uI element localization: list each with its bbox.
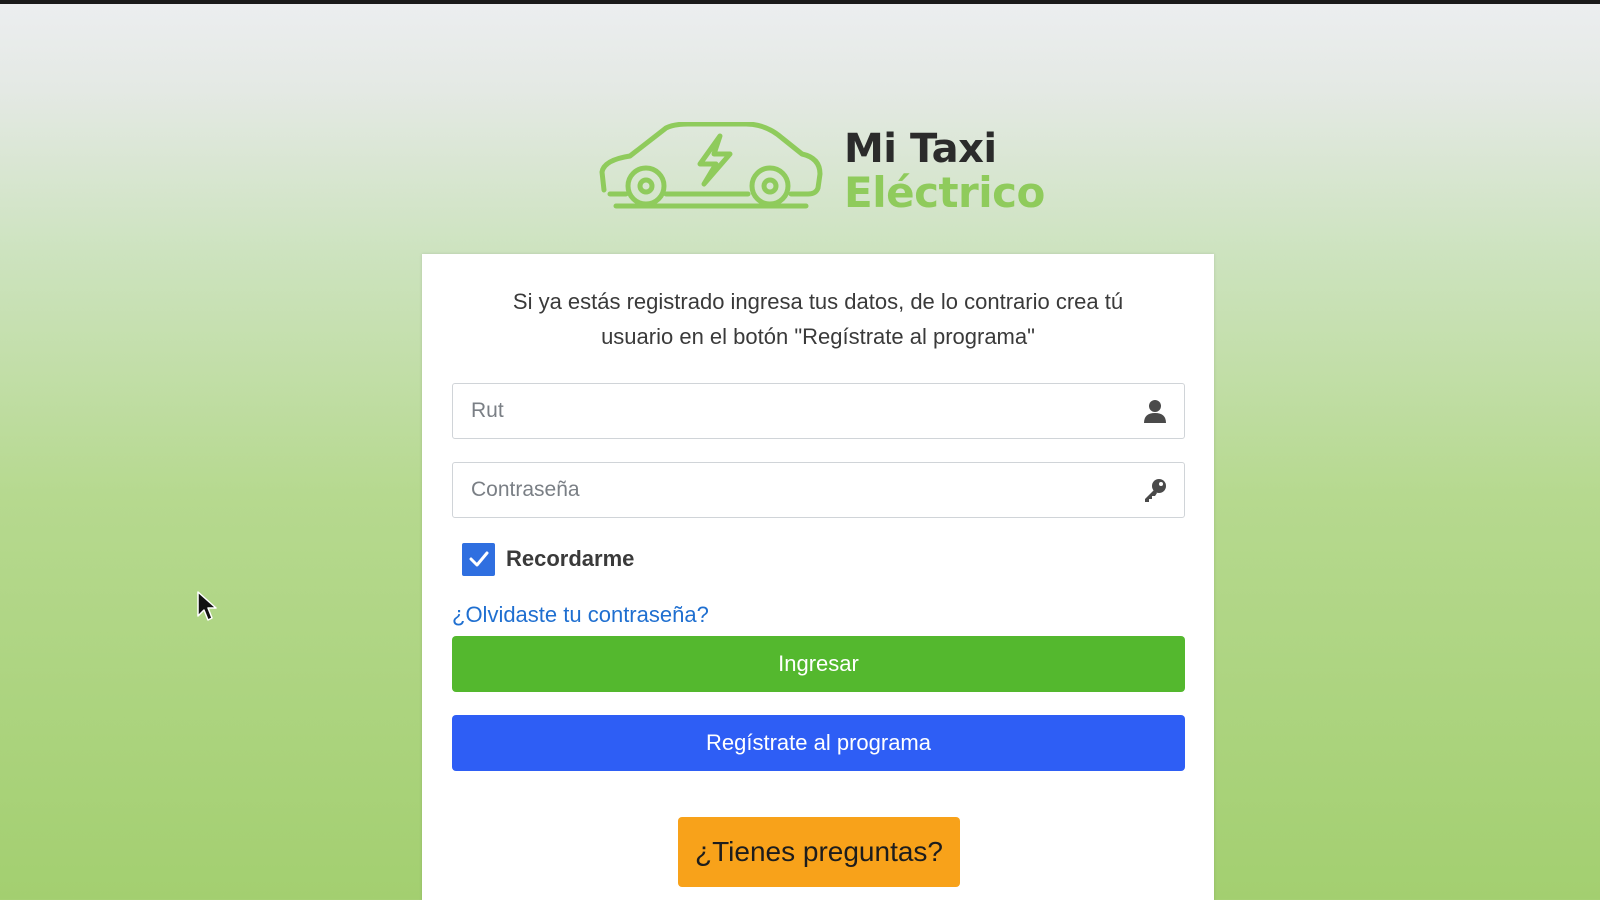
remember-checkbox[interactable]: [462, 542, 495, 576]
forgot-password-link[interactable]: ¿Olvidaste tu contraseña?: [452, 602, 709, 628]
brand-name-line1: Mi Taxi: [844, 126, 997, 172]
brand-logo: Mi Taxi Eléctrico: [596, 122, 1046, 217]
register-button[interactable]: Regístrate al programa: [452, 715, 1185, 771]
checkmark-icon: [469, 551, 488, 567]
rut-field: [452, 383, 1185, 439]
rut-input[interactable]: [453, 384, 1184, 438]
mouse-cursor-icon: [197, 591, 217, 621]
remember-me: Recordarme: [462, 542, 634, 576]
login-button[interactable]: Ingresar: [452, 636, 1185, 692]
remember-label[interactable]: Recordarme: [506, 546, 634, 572]
top-edge-bar: [0, 0, 1600, 4]
login-intro-text: Si ya estás registrado ingresa tus datos…: [512, 289, 1124, 349]
login-card: Si ya estás registrado ingresa tus datos…: [422, 254, 1214, 900]
electric-car-icon: [599, 122, 823, 209]
brand-name-line2: Eléctrico: [844, 168, 1045, 217]
key-icon: [1145, 479, 1166, 502]
password-field: [452, 462, 1185, 518]
user-icon: [1144, 400, 1166, 423]
questions-button[interactable]: ¿Tienes preguntas?: [678, 817, 960, 887]
password-input[interactable]: [453, 463, 1184, 517]
